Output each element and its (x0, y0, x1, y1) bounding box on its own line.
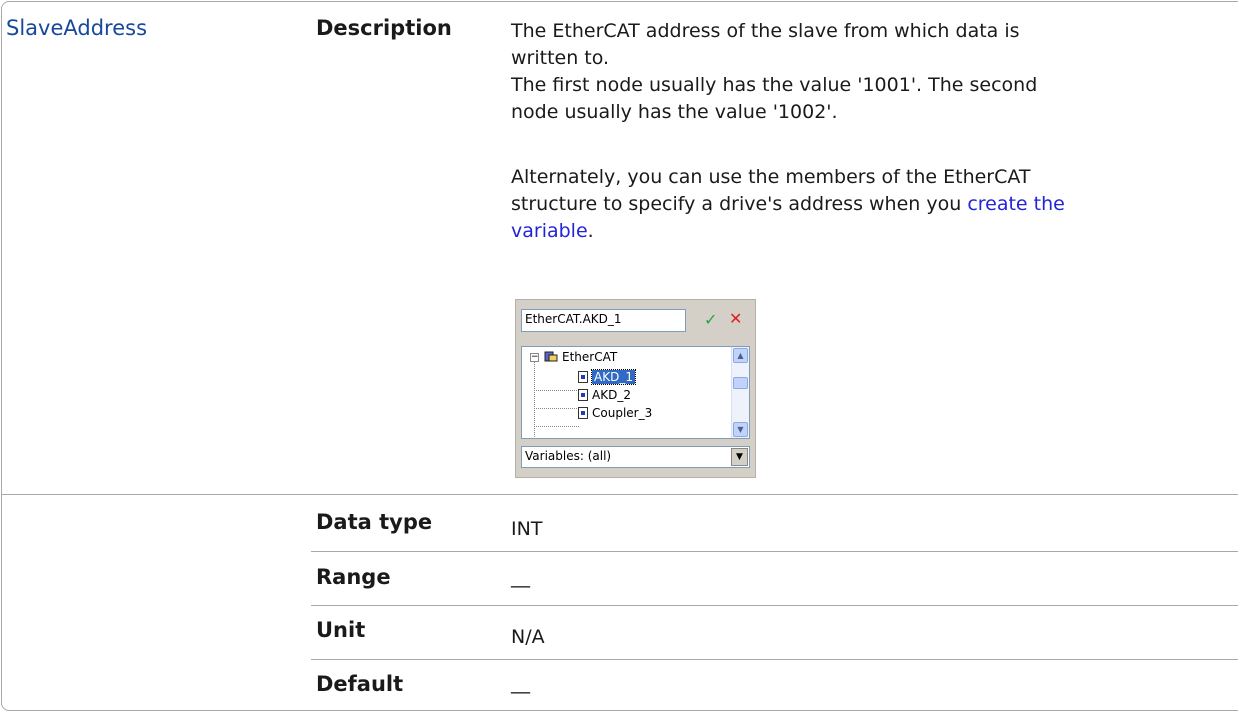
confirm-check-icon: ✓ (704, 310, 718, 329)
tree-item-coupler-3: Coupler_3 (592, 406, 653, 420)
variable-name-input: EtherCAT.AKD_1 (521, 309, 686, 332)
filter-value: Variables: (all) (525, 449, 612, 463)
variable-filter-select: Variables: (all) ▼ (521, 446, 750, 468)
label-unit: Unit (316, 618, 366, 642)
parameter-table: SlaveAddress Description The EtherCAT ad… (1, 1, 1238, 711)
alternate-line-2: structure to specify a drive's address w… (511, 191, 1065, 218)
label-data-type: Data type (316, 510, 433, 534)
default-value: __ (511, 672, 530, 694)
label-description: Description (316, 16, 452, 40)
variable-tree: − EtherCAT AKD_1 AKD_2 Coupler_3 ▲ ▼ (521, 346, 750, 439)
alternate-line-1: Alternately, you can use the members of … (511, 166, 1031, 188)
create-variable-link-part1[interactable]: create the (967, 193, 1065, 215)
create-variable-link-part2[interactable]: variable (511, 220, 588, 242)
row-divider (311, 605, 1238, 606)
variable-selector-image: EtherCAT.AKD_1 ✓ ✕ − EtherCAT AKD_1 AKD_… (515, 299, 756, 478)
tree-item-akd-1: AKD_1 (591, 369, 636, 385)
description-line-2: written to. (511, 47, 610, 69)
row-divider (311, 551, 1238, 552)
description-line-3: The first node usually has the value '10… (511, 74, 1038, 96)
variable-icon (578, 371, 588, 383)
alternate-text: Alternately, you can use the members of … (511, 164, 1065, 245)
description-line-4: node usually has the value '1002'. (511, 101, 838, 123)
tree-item-akd-2: AKD_2 (592, 388, 631, 402)
tree-scrollbar: ▲ ▼ (731, 347, 749, 438)
label-range: Range (316, 565, 391, 589)
description-text: The EtherCAT address of the slave from w… (511, 18, 1037, 126)
row-divider (311, 659, 1238, 660)
variable-icon (578, 407, 588, 419)
label-default: Default (316, 672, 404, 696)
tree-root-label: EtherCAT (562, 350, 618, 364)
parameter-name: SlaveAddress (6, 16, 148, 40)
variable-icon (578, 389, 588, 401)
alternate-line-3: variable. (511, 218, 1065, 245)
dropdown-arrow-icon: ▼ (731, 448, 748, 466)
scroll-down-icon: ▼ (733, 422, 748, 437)
data-type-value: INT (511, 518, 543, 540)
scroll-thumb (733, 377, 748, 389)
cancel-x-icon: ✕ (729, 309, 743, 328)
unit-value: N/A (511, 626, 545, 648)
alternate-line-2-text: structure to specify a drive's address w… (511, 193, 968, 215)
row-divider (2, 494, 1238, 495)
range-value: __ (511, 566, 530, 588)
collapse-icon: − (530, 352, 539, 362)
description-line-1: The EtherCAT address of the slave from w… (511, 20, 1020, 42)
ethercat-folder-icon (544, 351, 558, 362)
scroll-up-icon: ▲ (733, 348, 748, 363)
alternate-line-suffix: . (587, 220, 594, 242)
